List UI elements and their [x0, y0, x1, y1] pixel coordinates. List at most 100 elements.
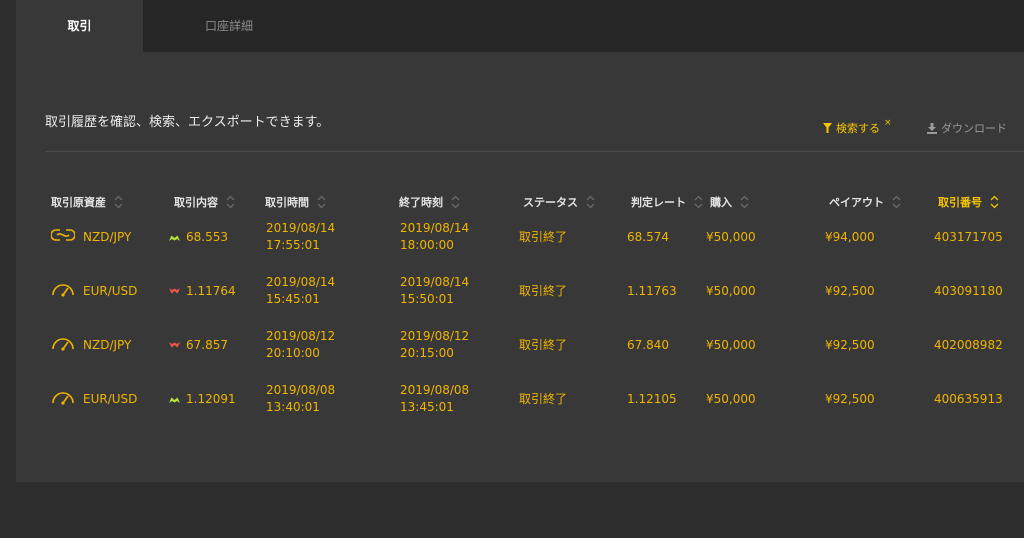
column-header-label: 終了時刻: [399, 196, 443, 209]
purchase-cell: ¥50,000: [706, 283, 756, 300]
payout-amount: ¥92,500: [825, 284, 875, 298]
download-button-label: ダウンロード: [941, 122, 1007, 135]
end-time: 13:45:01: [400, 400, 454, 414]
arrow-down-icon: [169, 283, 180, 300]
trade-time-cell: 2019/08/14 17:55:01: [266, 220, 335, 254]
sort-icon[interactable]: [990, 195, 999, 209]
payout-amount: ¥92,500: [825, 392, 875, 406]
purchase-amount: ¥50,000: [706, 284, 756, 298]
sort-icon[interactable]: [586, 195, 595, 209]
gauge-icon: [51, 389, 75, 410]
entry-rate: 68.553: [186, 230, 228, 244]
page-description: 取引履歴を確認、検索、エクスポートできます。: [45, 115, 330, 130]
column-header-status[interactable]: ステータス: [523, 194, 595, 210]
arrow-down-icon: [169, 337, 180, 354]
direction-cell: 68.553: [169, 229, 228, 246]
sort-icon[interactable]: [451, 195, 460, 209]
asset-cell: NZD/JPY: [50, 227, 131, 248]
asset-cell: EUR/USD: [51, 389, 137, 410]
trade-time: 17:55:01: [266, 238, 320, 252]
asset-name: EUR/USD: [83, 284, 138, 298]
judge-rate: 1.11763: [627, 284, 677, 298]
sort-icon[interactable]: [694, 195, 703, 209]
column-header-asset[interactable]: 取引原資産: [51, 194, 123, 210]
tab-trades[interactable]: 取引: [16, 0, 143, 52]
tab-account-details[interactable]: 口座詳細: [143, 0, 315, 52]
trade-id-cell: 400635913: [934, 391, 1003, 408]
payout-amount: ¥94,000: [825, 230, 875, 244]
column-header-judge-rate[interactable]: 判定レート: [631, 194, 703, 210]
filter-icon: [823, 123, 832, 133]
column-header-end-time[interactable]: 終了時刻: [399, 194, 460, 210]
trade-id-cell: 402008982: [934, 337, 1003, 354]
status-cell: 取引終了: [519, 283, 567, 300]
status-cell: 取引終了: [519, 391, 567, 408]
judge-rate-cell: 67.840: [627, 337, 669, 354]
sort-icon[interactable]: [226, 195, 235, 209]
direction-cell: 1.11764: [169, 283, 236, 300]
gauge-icon: [51, 335, 75, 356]
judge-rate: 67.840: [627, 338, 669, 352]
trade-date: 2019/08/08: [266, 383, 336, 397]
status-cell: 取引終了: [519, 337, 567, 354]
status-cell: 取引終了: [519, 229, 567, 246]
sort-icon[interactable]: [740, 195, 749, 209]
asset-name: NZD/JPY: [83, 338, 132, 352]
gauge-icon: [51, 281, 75, 302]
judge-rate: 1.12105: [627, 392, 677, 406]
trade-time: 20:10:00: [266, 346, 320, 360]
column-header-label: ペイアウト: [829, 196, 884, 209]
end-time-cell: 2019/08/14 15:50:01: [400, 274, 469, 308]
sort-icon[interactable]: [892, 195, 901, 209]
column-header-label: 取引原資産: [51, 196, 106, 209]
trade-time: 13:40:01: [266, 400, 320, 414]
column-header-trade-time[interactable]: 取引時間: [265, 194, 326, 210]
trade-date: 2019/08/12: [266, 329, 336, 343]
end-date: 2019/08/14: [400, 221, 470, 235]
trade-id-cell: 403171705: [934, 229, 1003, 246]
close-icon[interactable]: ×: [884, 118, 892, 128]
asset-name: EUR/USD: [83, 392, 138, 406]
end-date: 2019/08/12: [400, 329, 470, 343]
payout-cell: ¥92,500: [825, 391, 875, 408]
asset-cell: EUR/USD: [51, 281, 137, 302]
column-header-label: ステータス: [523, 196, 578, 209]
arrow-up-icon: [169, 391, 180, 408]
judge-rate: 68.574: [627, 230, 669, 244]
sort-icon[interactable]: [317, 195, 326, 209]
end-time: 18:00:00: [400, 238, 454, 252]
arrow-up-icon: [169, 229, 180, 246]
column-header-trade-id[interactable]: 取引番号: [938, 194, 999, 210]
payout-cell: ¥92,500: [825, 283, 875, 300]
judge-rate-cell: 1.12105: [627, 391, 677, 408]
status-text: 取引終了: [519, 392, 568, 406]
end-time-cell: 2019/08/08 13:45:01: [400, 382, 469, 416]
search-button[interactable]: 検索する ×: [823, 118, 892, 136]
end-date: 2019/08/14: [400, 275, 470, 289]
search-button-label: 検索する: [836, 122, 880, 135]
purchase-amount: ¥50,000: [706, 338, 756, 352]
sort-icon[interactable]: [114, 195, 123, 209]
column-header-label: 取引内容: [174, 196, 218, 209]
purchase-amount: ¥50,000: [706, 392, 756, 406]
payout-cell: ¥94,000: [825, 229, 875, 246]
column-header-label: 購入: [710, 196, 732, 209]
column-header-payout[interactable]: ペイアウト: [829, 194, 901, 210]
trade-time-cell: 2019/08/14 15:45:01: [266, 274, 335, 308]
trade-id: 400635913: [934, 392, 1003, 406]
status-text: 取引終了: [519, 338, 568, 352]
trade-id-cell: 403091180: [934, 283, 1003, 300]
column-header-label: 取引番号: [938, 196, 982, 209]
entry-rate: 1.11764: [186, 284, 236, 298]
judge-rate-cell: 68.574: [627, 229, 669, 246]
column-header-purchase[interactable]: 購入: [710, 194, 749, 210]
download-button[interactable]: ダウンロード: [927, 120, 1007, 136]
trade-id: 403091180: [934, 284, 1003, 298]
judge-rate-cell: 1.11763: [627, 283, 677, 300]
status-text: 取引終了: [519, 284, 568, 298]
trade-time-cell: 2019/08/12 20:10:00: [266, 328, 335, 362]
download-icon: [927, 122, 937, 134]
trade-date: 2019/08/14: [266, 275, 336, 289]
trade-id: 403171705: [934, 230, 1003, 244]
column-header-direction[interactable]: 取引内容: [174, 194, 235, 210]
